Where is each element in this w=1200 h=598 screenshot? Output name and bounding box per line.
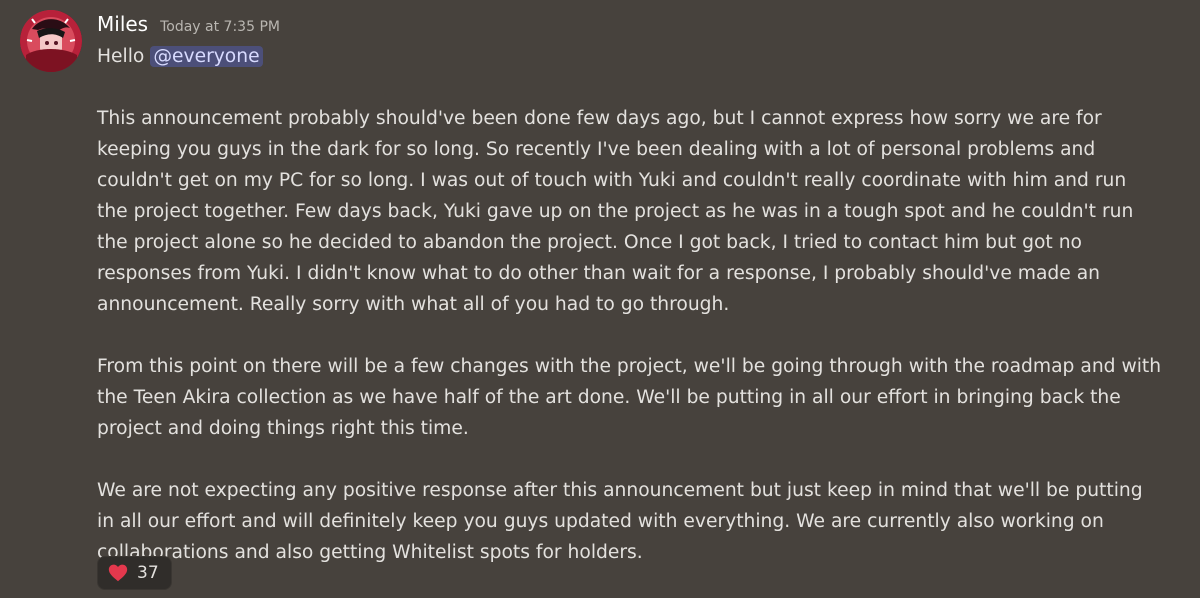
message-content: Hello @everyone This announcement probab… (97, 41, 1182, 568)
message-line: responses from Yuki. I didn't know what … (97, 263, 1101, 284)
greeting-text: Hello (97, 46, 145, 67)
heart-icon (108, 564, 128, 582)
message-line: couldn't get on my PC for so long. I was… (97, 170, 1127, 191)
timestamp: Today at 7:35 PM (160, 19, 280, 35)
message-line: From this point on there will be a few c… (97, 356, 1162, 377)
avatar[interactable] (20, 10, 82, 72)
message-line: We are not expecting any positive respon… (97, 480, 1143, 501)
message-line: keeping you guys in the dark for so long… (97, 139, 1096, 160)
chat-message: Miles Today at 7:35 PM Hello @everyone T… (0, 0, 1200, 598)
message-line: the project together. Few days back, Yuk… (97, 201, 1134, 222)
reaction-bar: 37 (97, 556, 172, 590)
mention-everyone[interactable]: @everyone (150, 46, 263, 67)
message-header: Miles Today at 7:35 PM (97, 8, 280, 40)
username[interactable]: Miles (97, 8, 148, 40)
message-line: This announcement probably should've bee… (97, 108, 1102, 129)
message-line: project and doing things right this time… (97, 418, 469, 439)
message-line: collaborations and also getting Whitelis… (97, 542, 643, 563)
heart-reaction-button[interactable]: 37 (97, 556, 172, 590)
message-line: in all our effort and will definitely ke… (97, 511, 1104, 532)
avatar-image (20, 10, 82, 72)
message-greeting-line: Hello @everyone (97, 41, 1182, 72)
message-line: the project alone so he decided to aband… (97, 232, 1082, 253)
reaction-count: 37 (137, 563, 159, 583)
message-line: announcement. Really sorry with what all… (97, 294, 730, 315)
message-line: the Teen Akira collection as we have hal… (97, 387, 1121, 408)
